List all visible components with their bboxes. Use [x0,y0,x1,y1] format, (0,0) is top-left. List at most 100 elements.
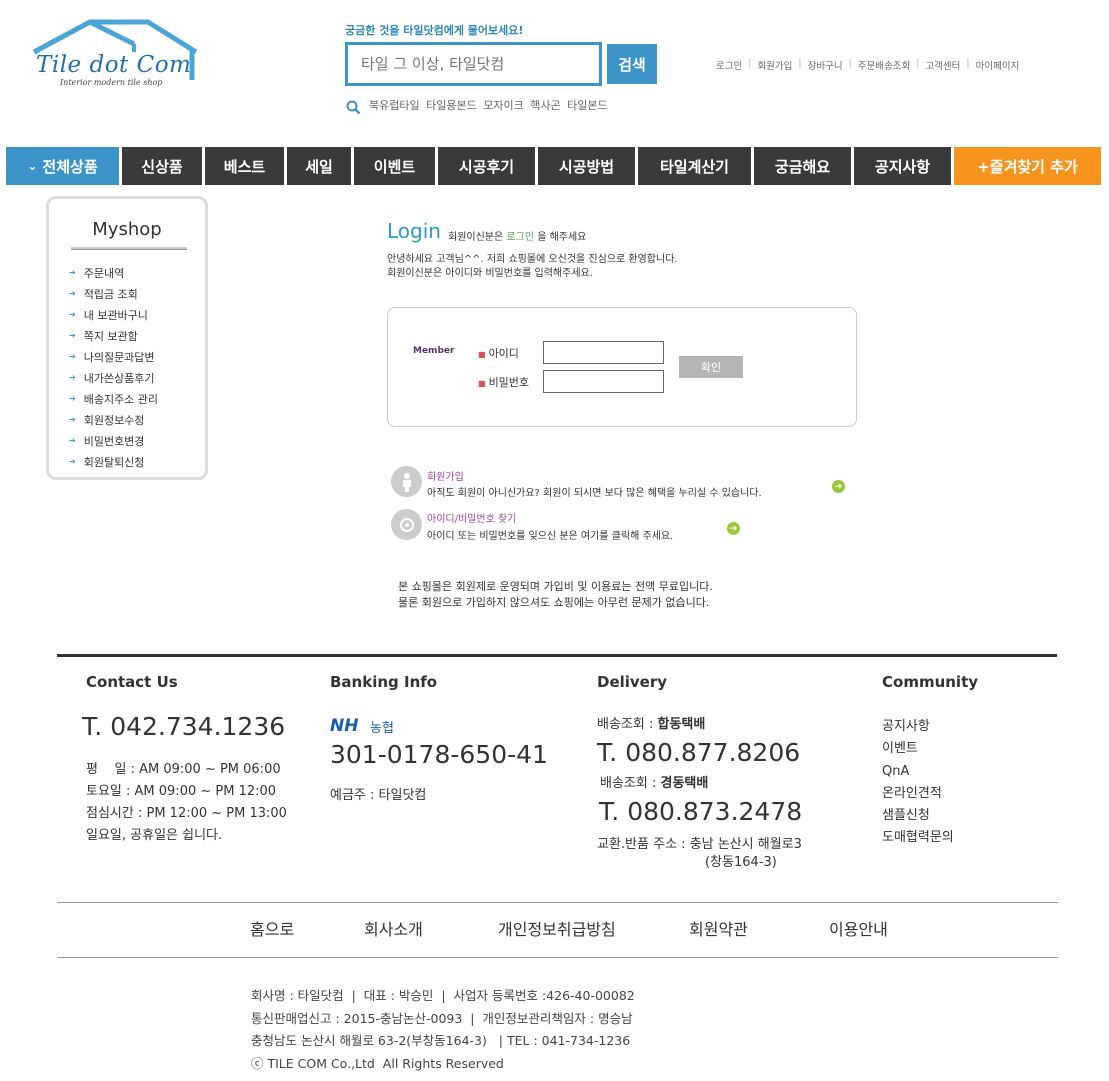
carrier-2: 배송조회 : 경동택배 [600,776,709,791]
nav-item-notice[interactable]: 공지사항 [854,147,951,185]
myshop-item-wishlist[interactable]: ➔ 내 보관바구니 [69,304,158,325]
login-form-box [387,307,857,427]
id-input[interactable] [543,341,664,364]
return-address: 교환.반품 주소 : 충남 논산시 해월로3 (창동164-3) [597,837,802,870]
nav-item-event[interactable]: 이벤트 [354,147,435,185]
toplink-order-tracking[interactable]: 주문배송조회 [858,58,910,72]
myshop-item-messages[interactable]: ➔ 쪽지 보관함 [69,325,158,346]
bullet-icon: ■ [478,350,486,359]
login-confirm-button[interactable]: 확인 [679,356,743,378]
nh-bank-logo: NH [330,716,359,736]
community-link-estimate[interactable]: 온라인견적 [882,783,954,805]
join-title[interactable]: 회원가입 [427,468,464,483]
community-link-sample[interactable]: 샘플신청 [882,805,954,827]
bank-account: 301-0178-650-41 [330,740,548,769]
footer-link-privacy[interactable]: 개인정보취급방침 [498,916,616,940]
page-title: Login [387,219,441,243]
delivery-phone-2: T. 080.873.2478 [599,797,803,826]
arrow-right-icon: ➔ [69,289,76,298]
arrow-right-icon: ➔ [69,268,76,277]
password-label: ■ 비밀번호 [478,376,530,389]
arrow-right-icon: ➔ [69,415,76,424]
arrow-go-icon[interactable]: ➜ [727,522,740,535]
nav-item-new[interactable]: 신상품 [122,147,202,185]
company-info: 회사명 : 타일닷컴 | 대표 : 박승민 | 사업자 등록번호 :426-40… [251,985,635,1075]
contact-title: Contact Us [86,673,178,691]
divider [57,957,1058,958]
double-chevron-down-icon: ⌄ [27,159,38,173]
divider [57,902,1058,903]
footer-link-about[interactable]: 회사소개 [364,916,423,940]
community-link-notice[interactable]: 공지사항 [882,716,954,738]
nav-item-sale[interactable]: 세일 [287,147,351,185]
banking-title: Banking Info [330,673,438,691]
keyword-link[interactable]: 모자이크 [483,99,523,112]
myshop-item-reviews[interactable]: ➔ 내가쓴상품후기 [69,367,158,388]
myshop-item-qna[interactable]: ➔ 나의질문과답변 [69,346,158,367]
logo-subtitle: Interior modern tile shop [60,78,163,87]
footer-link-home[interactable]: 홈으로 [250,916,294,940]
community-link-event[interactable]: 이벤트 [882,738,954,760]
nav-item-best[interactable]: 베스트 [205,147,284,185]
nav-item-howto[interactable]: 시공방법 [538,147,635,185]
arrow-right-icon: ➔ [69,373,76,382]
search-input[interactable] [348,45,599,83]
login-description: 안녕하세요 고객님^^. 저희 쇼핑몰에 오신것을 진심으로 환영합니다. 회원… [387,254,678,279]
arrow-right-icon: ➔ [69,436,76,445]
arrow-right-icon: ➔ [69,310,76,319]
nav-item-calculator[interactable]: 타일계산기 [638,147,751,185]
keyword-link[interactable]: 핵사곤 [530,99,560,112]
account-holder: 예금주 : 타일닷컴 [330,788,427,803]
search-button[interactable]: 검색 [607,44,657,84]
toplink-join[interactable]: 회원가입 [757,58,792,72]
key-icon [391,509,422,540]
myshop-item-profile[interactable]: ➔ 회원정보수정 [69,409,158,430]
keyword-link[interactable]: 타일용본드 [426,99,477,112]
login-subtitle: 회원이신분은 로그인 을 해주세요 [448,232,587,243]
community-link-qna[interactable]: QnA [882,761,954,783]
main-nav: ⌄ 전체상품 신상품 베스트 세일 이벤트 시공후기 시공방법 타일계산기 궁금… [6,147,1104,185]
find-account-title[interactable]: 아이디/비밀번호 찾기 [427,510,516,525]
password-input[interactable] [543,370,664,393]
id-label: ■ 아이디 [478,347,519,360]
keyword-link[interactable]: 북유럽타일 [369,99,420,112]
copyright: ⓒ TILE COM Co.,Ltd All Rights Reserved [251,1055,504,1071]
toplink-login[interactable]: 로그인 [716,58,742,72]
toplink-mypage[interactable]: 마이페이지 [976,58,1020,72]
find-account-description: 아이디 또는 비밀번호를 잊으신 분은 여기를 클릭해 주세요. [427,531,674,542]
arrow-right-icon: ➔ [69,352,76,361]
footer-link-guide[interactable]: 이용안내 [829,916,888,940]
footer-link-terms[interactable]: 회원약관 [689,916,748,940]
add-favorite-button[interactable]: +즐겨찾기 추가 [954,147,1101,185]
bank-name: 농협 [370,721,394,736]
myshop-item-orders[interactable]: ➔ 주문내역 [69,262,158,283]
login-link[interactable]: 로그인 [506,232,534,243]
community-link-wholesale[interactable]: 도매협력문의 [882,827,954,849]
membership-notice: 본 쇼핑몰은 회원제로 운영되며 가입비 및 이용료는 전액 무료입니다. 물론… [398,580,713,609]
member-label: Member [413,346,455,356]
arrow-right-icon: ➔ [69,394,76,403]
nav-item-reviews[interactable]: 시공후기 [438,147,535,185]
delivery-title: Delivery [597,673,668,691]
footer-divider [57,654,1057,657]
search-icon [346,100,361,115]
keyword-link[interactable]: 타일본드 [567,99,607,112]
top-links: 로그인 | 회원가입 | 장바구니 | 주문배송조회 | 고객센터 | 마이페이지 [716,58,1020,72]
join-description: 아직도 회원이 아니신가요? 회원이 되시면 보다 많은 혜택을 누리실 수 있… [427,488,762,499]
myshop-item-points[interactable]: ➔ 적립금 조회 [69,283,158,304]
myshop-item-withdraw[interactable]: ➔ 회원탈퇴신청 [69,451,158,472]
nav-item-faq[interactable]: 궁금해요 [754,147,851,185]
myshop-item-password[interactable]: ➔ 비밀번호변경 [69,430,158,451]
divider [71,247,187,250]
community-title: Community [882,673,979,691]
logo-title: Tile dot Com [36,52,192,78]
myshop-item-address[interactable]: ➔ 배송지주소 관리 [69,388,158,409]
toplink-cart[interactable]: 장바구니 [808,58,843,72]
arrow-right-icon: ➔ [69,331,76,340]
toplink-customer-center[interactable]: 고객센터 [925,58,960,72]
myshop-menu: ➔ 주문내역 ➔ 적립금 조회 ➔ 내 보관바구니 ➔ 쪽지 보관함 ➔ 나의질문과답변 … [69,262,158,472]
arrow-go-icon[interactable]: ➜ [832,480,845,493]
arrow-right-icon: ➔ [69,457,76,466]
search-tagline: 궁금한 것을 타일닷컴에게 물어보세요! [345,24,524,37]
nav-all-products[interactable]: ⌄ 전체상품 [6,147,119,185]
